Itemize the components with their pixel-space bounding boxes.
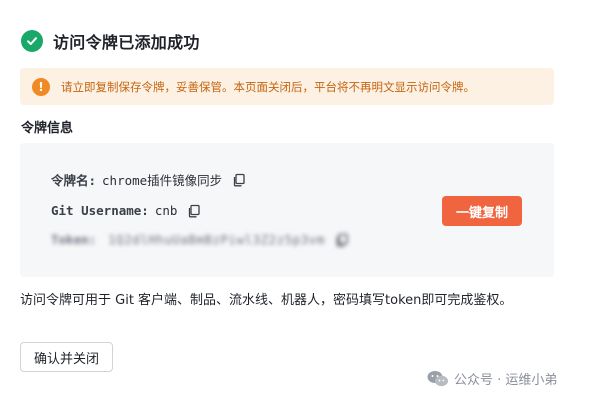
copy-icon[interactable]	[187, 204, 201, 218]
token-label: Token:	[51, 232, 97, 247]
git-username-row: Git Username: cnb	[51, 203, 201, 218]
token-name-value: chrome插件镜像同步	[102, 173, 223, 188]
wechat-icon	[427, 370, 449, 388]
dialog-header: 访问令牌已添加成功	[21, 29, 200, 53]
section-label: 令牌信息	[21, 121, 74, 136]
token-value: 1Q2dlHhuUaBmBzPiwl3Z2z5p3vm	[108, 232, 325, 247]
git-username-value: cnb	[154, 203, 178, 218]
token-name-label: 令牌名:	[51, 173, 97, 188]
token-row: Token: 1Q2dlHhuUaBmBzPiwl3Z2z5p3vm	[51, 232, 349, 247]
exclamation-circle-icon: !	[32, 77, 50, 96]
usage-note: 访问令牌可用于 Git 客户端、制品、流水线、机器人，密码填写token即可完成…	[20, 293, 513, 308]
warning-banner: ! 请立即复制保存令牌，妥善保管。本页面关闭后，平台将不再明文显示访问令牌。	[20, 68, 554, 105]
token-blurred: Token: 1Q2dlHhuUaBmBzPiwl3Z2z5p3vm	[51, 232, 349, 247]
warning-text: 请立即复制保存令牌，妥善保管。本页面关闭后，平台将不再明文显示访问令牌。	[61, 79, 475, 94]
copy-icon[interactable]	[232, 173, 246, 187]
token-name-row: 令牌名: chrome插件镜像同步	[51, 170, 246, 189]
copy-all-button[interactable]: 一键复制	[442, 196, 522, 226]
dialog-title: 访问令牌已添加成功	[53, 33, 200, 52]
watermark: 公众号 · 运维小弟	[427, 369, 557, 388]
git-username-label: Git Username:	[51, 203, 149, 218]
copy-icon[interactable]	[335, 233, 349, 247]
check-circle-icon	[21, 30, 43, 52]
confirm-close-button[interactable]: 确认并关闭	[20, 342, 113, 372]
watermark-text: 公众号 · 运维小弟	[454, 373, 558, 388]
token-info-panel: 令牌名: chrome插件镜像同步 Git Username: cnb Toke…	[20, 143, 554, 277]
